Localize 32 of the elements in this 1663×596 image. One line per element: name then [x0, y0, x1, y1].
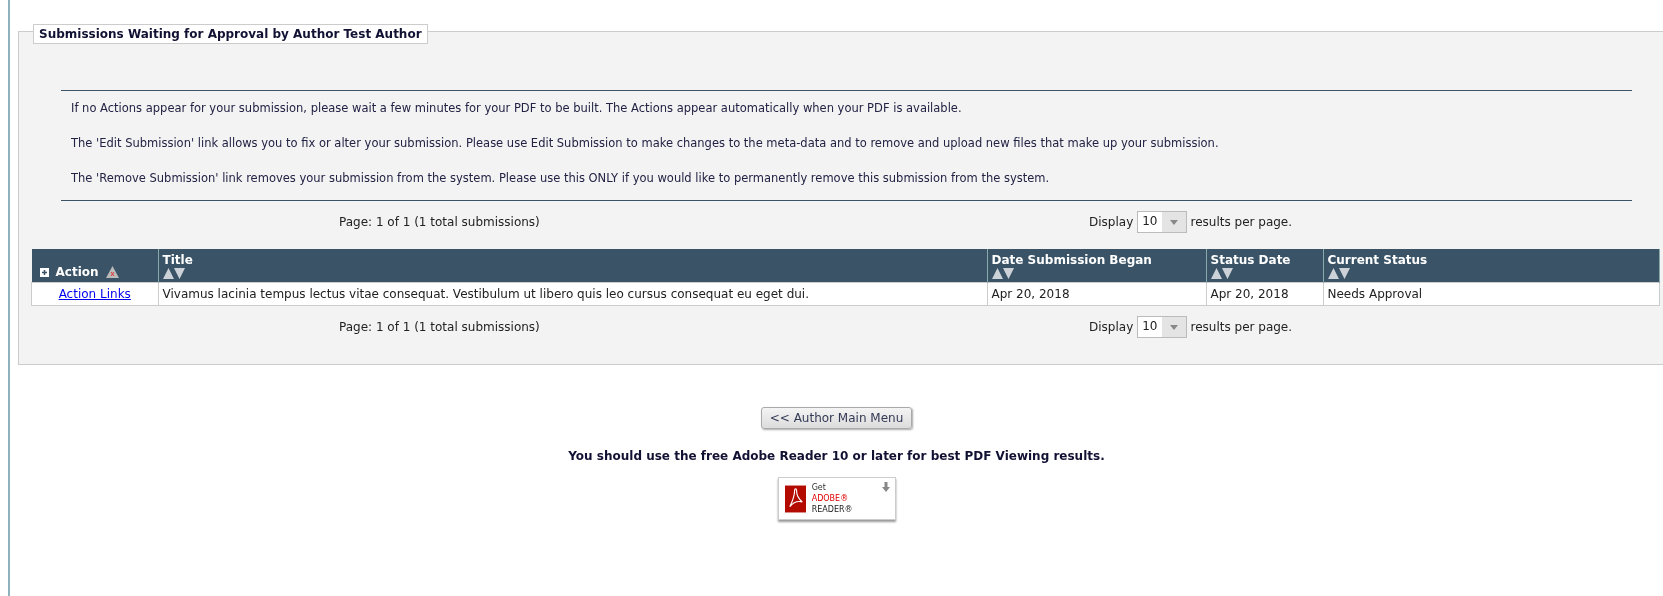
dropdown-arrow-icon	[1169, 219, 1178, 225]
display-label: Display	[1089, 215, 1134, 229]
main-menu-button[interactable]: << Author Main Menu	[760, 407, 913, 429]
per-page-select[interactable]: 10	[1137, 316, 1187, 338]
per-page-label: results per page.	[1190, 215, 1293, 229]
sort-arrows-icon[interactable]	[1327, 267, 1350, 279]
page-info: Page: 1 of 1 (1 total submissions)	[339, 215, 541, 229]
page-info: Page: 1 of 1 (1 total submissions)	[339, 320, 541, 334]
display-label: Display	[1089, 320, 1134, 334]
expand-icon[interactable]	[39, 267, 49, 277]
panel-legend: Submissions Waiting for Approval by Author Test Author	[33, 24, 428, 44]
reader-note: You should use the free Adobe Reader 10 or later for best PDF Viewing results.	[568, 449, 1105, 463]
instruction-text: If no Actions appear for your submission, please wait a few minutes for your PDF to be built. The Actions appear automatically when your PDF is available.	[71, 101, 963, 117]
column-header[interactable]: Status Date	[1206, 249, 1323, 283]
warning-icon	[105, 266, 119, 278]
table-cell: Vivamus lacinia tempus lectus vitae consequat. Vestibulum ut libero quis leo cursus consequat eu eget dui.	[158, 282, 987, 306]
sort-arrows-icon[interactable]	[1210, 267, 1233, 279]
column-header[interactable]: Title	[158, 249, 987, 283]
table-cell: Apr 20, 2018	[987, 282, 1206, 306]
sort-arrows-icon[interactable]	[162, 267, 185, 279]
column-header: Action	[31, 249, 158, 283]
per-page-label: results per page.	[1190, 320, 1293, 334]
instruction-text: The 'Remove Submission' link removes your submission from the system. Please use this ONLY if you would like to permanently remove this submission from the system.	[71, 171, 1051, 187]
column-header[interactable]: Current Status	[1323, 249, 1660, 283]
table-cell: Needs Approval	[1323, 282, 1660, 306]
instruction-text: The 'Edit Submission' link allows you to fix or alter your submission. Please use Edit Submission to make changes to the meta-data and to remove and upload new files that make up your submission.	[71, 136, 1220, 152]
get-reader-badge[interactable]: Get ADOBE® READER®	[777, 477, 896, 520]
per-page-select[interactable]: 10	[1137, 211, 1187, 233]
sort-arrows-icon[interactable]	[991, 267, 1014, 279]
dropdown-arrow-icon	[1169, 324, 1178, 330]
column-header[interactable]: Date Submission Began	[987, 249, 1206, 283]
table-cell: Apr 20, 2018	[1206, 282, 1323, 306]
